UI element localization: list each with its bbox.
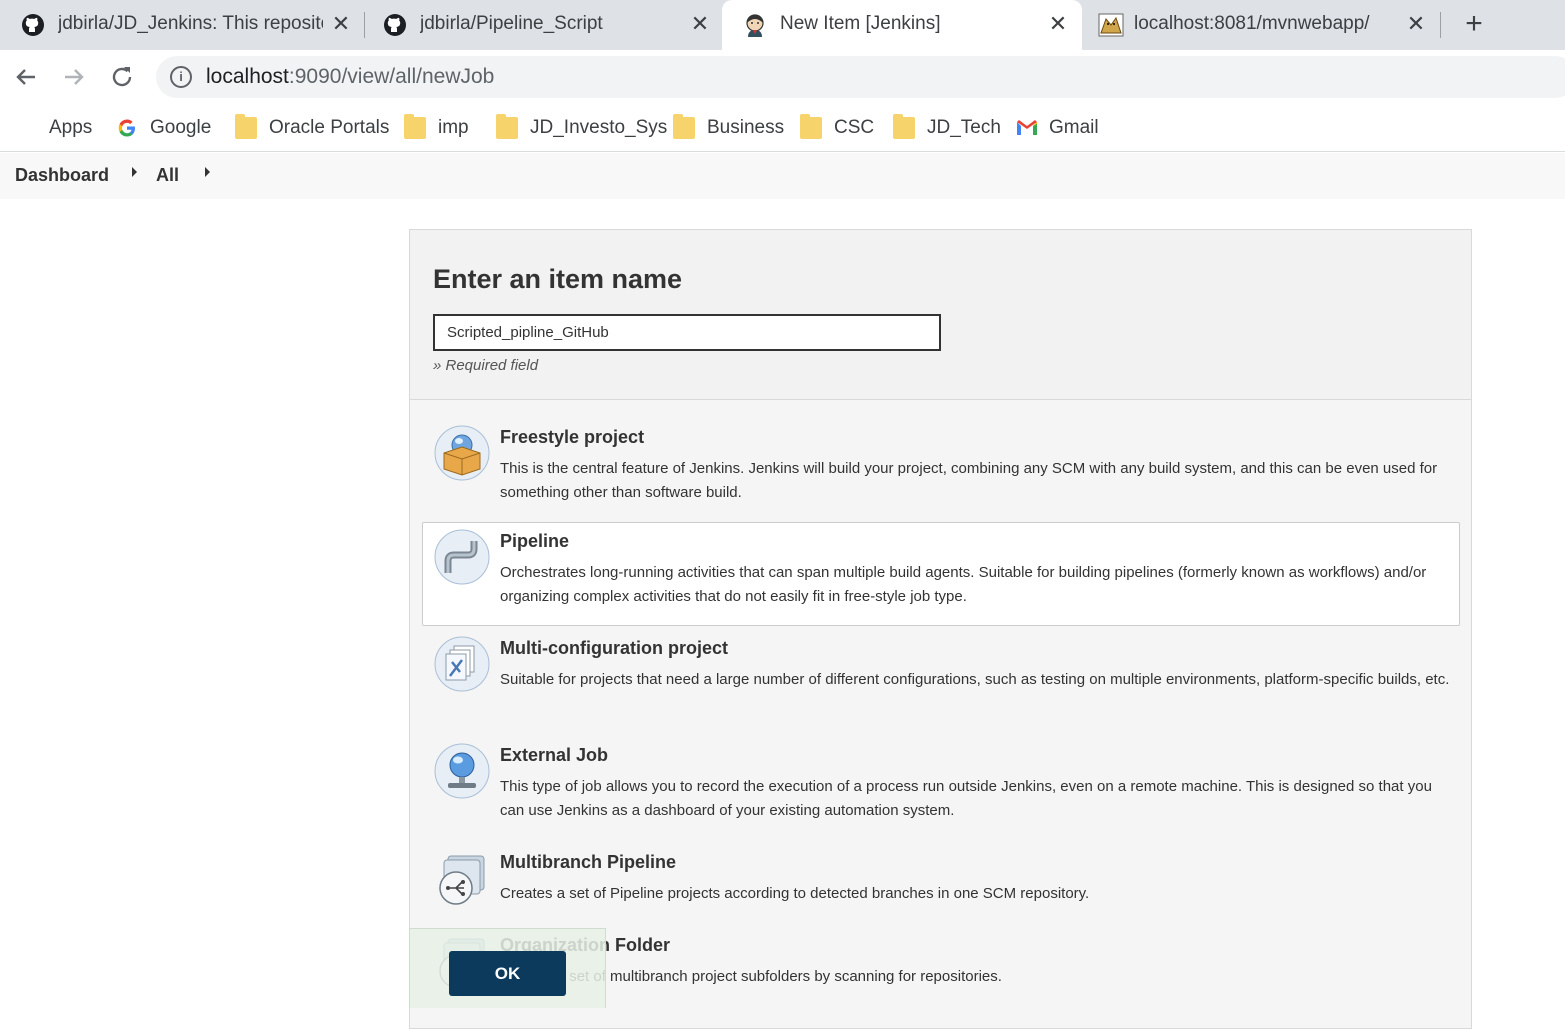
bookmarks-bar: Apps Google Oracle Portals imp JD_Invest…	[0, 104, 1565, 152]
reload-icon[interactable]	[107, 62, 137, 92]
folder-icon	[404, 114, 426, 139]
pipeline-icon	[434, 529, 490, 585]
browser-toolbar: i localhost:9090/view/all/newJob	[0, 50, 1565, 104]
browser-tab-strip: jdbirla/JD_Jenkins: This repository ✕ jd…	[0, 0, 1565, 50]
github-icon	[20, 12, 46, 38]
browser-tab-mvnwebapp[interactable]: localhost:8081/mvnwebapp/ ✕	[1082, 0, 1440, 50]
multi-configuration-icon	[434, 636, 490, 692]
tab-title: jdbirla/Pipeline_Script	[420, 13, 603, 34]
item-type-description: Suitable for projects that need a large …	[500, 671, 1450, 688]
item-type-description: This type of job allows you to record th…	[500, 778, 1432, 819]
breadcrumb: Dashboard All	[0, 153, 1565, 199]
tomcat-icon	[1098, 12, 1124, 38]
bookmark-label: JD_Tech	[927, 117, 1001, 138]
back-arrow-icon[interactable]	[11, 62, 41, 92]
required-field-note: » Required field	[433, 357, 539, 374]
address-host: localhost	[206, 65, 289, 88]
folder-icon	[235, 114, 257, 139]
bookmark-business[interactable]: Business	[673, 114, 784, 142]
gmail-icon	[1015, 117, 1037, 139]
item-type-label: Pipeline	[500, 531, 570, 551]
close-tab-icon[interactable]: ✕	[329, 12, 353, 36]
browser-tab-pipeline-script[interactable]: jdbirla/Pipeline_Script ✕	[362, 0, 722, 50]
browser-tab-new-item[interactable]: New Item [Jenkins] ✕	[722, 0, 1082, 50]
site-info-icon[interactable]: i	[170, 66, 192, 88]
item-type-pipeline[interactable]: Pipeline Orchestrates long-running activ…	[422, 522, 1460, 626]
github-icon	[382, 12, 408, 38]
folder-icon	[800, 114, 822, 139]
google-icon	[116, 117, 138, 139]
bookmark-gmail[interactable]: Gmail	[1015, 114, 1099, 142]
bookmark-google[interactable]: Google	[116, 114, 211, 142]
breadcrumb-dashboard[interactable]: Dashboard	[15, 165, 109, 186]
close-tab-icon[interactable]: ✕	[1404, 12, 1428, 36]
item-type-description: This is the central feature of Jenkins. …	[500, 460, 1438, 501]
item-type-multi-configuration-project[interactable]: Multi-configuration project Suitable for…	[422, 629, 1460, 733]
item-type-description: Orchestrates long-running activities tha…	[500, 564, 1427, 605]
bookmark-jd-investo-sys[interactable]: JD_Investo_Sys	[496, 114, 667, 142]
breadcrumb-caret-icon[interactable]	[132, 167, 137, 177]
bookmark-label: imp	[438, 117, 469, 138]
close-tab-icon[interactable]: ✕	[1046, 12, 1070, 36]
item-type-label: Freestyle project	[500, 427, 645, 447]
item-type-external-job[interactable]: External Job This type of job allows you…	[422, 736, 1460, 840]
bookmark-csc[interactable]: CSC	[800, 114, 874, 142]
bookmark-label: Business	[707, 117, 785, 138]
bookmark-label: JD_Investo_Sys	[530, 117, 668, 138]
bookmark-label: Oracle Portals	[269, 117, 390, 138]
page-title: Enter an item name	[433, 264, 683, 294]
bookmark-apps[interactable]: Apps	[15, 114, 92, 142]
item-type-description: Creates a set of Pipeline projects accor…	[500, 885, 1090, 902]
freestyle-project-icon	[434, 425, 490, 481]
item-type-label: Multi-configuration project	[500, 638, 728, 658]
tab-separator	[1440, 12, 1441, 38]
item-name-section: Enter an item name » Required field	[410, 230, 1471, 400]
tab-title: jdbirla/JD_Jenkins: This repository	[58, 13, 323, 34]
new-item-form: Enter an item name » Required field Free…	[409, 229, 1472, 1029]
item-type-label: Multibranch Pipeline	[500, 852, 677, 872]
bookmark-imp[interactable]: imp	[404, 114, 469, 142]
bookmark-oracle-portals[interactable]: Oracle Portals	[235, 114, 389, 142]
bookmark-label: Gmail	[1049, 117, 1099, 138]
item-name-input[interactable]	[433, 314, 941, 351]
folder-icon	[496, 114, 518, 139]
forward-arrow-icon[interactable]	[59, 62, 89, 92]
apps-grid-icon	[15, 117, 37, 139]
address-path: :9090/view/all/newJob	[288, 65, 495, 88]
folder-icon	[893, 114, 915, 139]
folder-icon	[673, 114, 695, 139]
bookmark-jd-tech[interactable]: JD_Tech	[893, 114, 1001, 142]
jenkins-icon	[742, 12, 768, 38]
bookmark-label: CSC	[834, 117, 875, 138]
breadcrumb-all[interactable]: All	[156, 165, 179, 186]
item-type-label: External Job	[500, 745, 609, 765]
multibranch-pipeline-icon	[434, 850, 490, 906]
new-tab-plus-icon[interactable]: +	[1458, 8, 1490, 40]
address-bar[interactable]: i localhost:9090/view/all/newJob	[156, 56, 1565, 98]
item-type-description: Creates a set of multibranch project sub…	[500, 968, 1002, 985]
address-url[interactable]: localhost:9090/view/all/newJob	[206, 65, 494, 89]
close-tab-icon[interactable]: ✕	[688, 12, 712, 36]
tab-title: localhost:8081/mvnwebapp/	[1134, 13, 1370, 34]
bookmark-label: Google	[150, 117, 212, 138]
item-type-freestyle-project[interactable]: Freestyle project This is the central fe…	[422, 418, 1460, 522]
bookmark-label: Apps	[49, 117, 93, 138]
breadcrumb-caret-icon[interactable]	[205, 167, 210, 177]
external-job-icon	[434, 743, 490, 799]
ok-button[interactable]: OK	[449, 951, 566, 996]
tab-title: New Item [Jenkins]	[780, 13, 941, 34]
browser-tab-jd-jenkins[interactable]: jdbirla/JD_Jenkins: This repository ✕	[0, 0, 362, 50]
